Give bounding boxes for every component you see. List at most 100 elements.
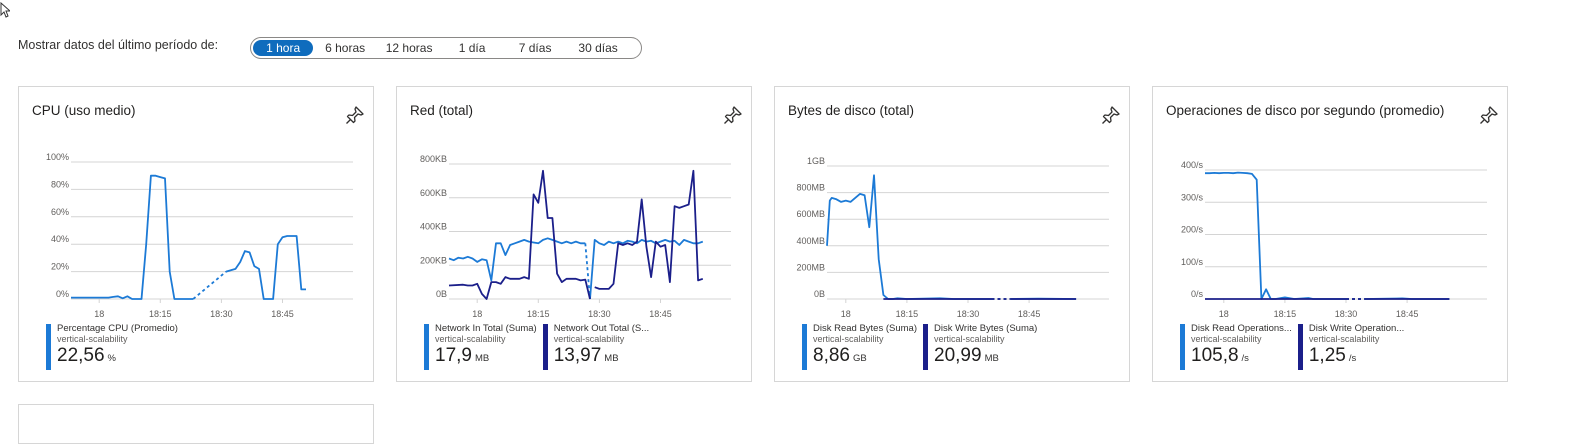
legend-series-name: Disk Write Bytes (Suma) (934, 323, 1037, 334)
series-line-secondary (595, 171, 703, 289)
time-range-selector: Mostrar datos del último período de: 1 h… (18, 36, 642, 60)
y-tick-label: 200MB (796, 262, 825, 272)
y-tick-label: 60% (51, 207, 69, 217)
y-tick-label: 400KB (420, 222, 447, 232)
mouse-pointer-icon (0, 2, 10, 18)
legend-series-name: Network In Total (Suma) (435, 323, 537, 334)
time-range-label: Mostrar datos del último período de: (18, 38, 218, 52)
series-line-primary (449, 238, 585, 280)
metric-tile-disk-operations[interactable]: Operaciones de disco por segundo (promed… (1152, 86, 1508, 382)
legend-color-swatch (1180, 324, 1185, 370)
legend-item[interactable]: Network In Total (Suma)vertical-scalabil… (424, 323, 537, 369)
legend-series-name: Network Out Total (S... (554, 323, 649, 334)
legend-item[interactable]: Percentage CPU (Promedio)vertical-scalab… (46, 323, 178, 369)
legend-color-swatch (923, 324, 928, 370)
metric-value-unit: % (108, 353, 116, 364)
pin-icon[interactable] (1101, 105, 1121, 125)
metric-tile-disk-bytes[interactable]: Bytes de disco (total) 0B 200MB 400MB 600MB 8… (774, 86, 1130, 382)
y-tick-label: 0B (814, 289, 825, 299)
tile-title: CPU (uso medio) (32, 103, 136, 118)
x-tick-label: 18:30 (588, 309, 611, 319)
tile-title: Bytes de disco (total) (788, 103, 914, 118)
legend-color-swatch (46, 324, 51, 370)
legend-item[interactable]: Disk Read Bytes (Suma)vertical-scalabili… (802, 323, 917, 369)
y-tick-label: 100% (46, 152, 69, 162)
y-tick-label: 600KB (420, 188, 447, 198)
legend-item[interactable]: Disk Read Operations...vertical-scalabil… (1180, 323, 1292, 369)
legend-resource-name: vertical-scalability (1309, 334, 1404, 345)
time-range-30d[interactable]: 30 días (567, 40, 629, 56)
x-tick-label: 18:45 (649, 309, 672, 319)
metric-chart: 0%20%40%60%80%100%1818:1518:3018:45 (19, 143, 375, 319)
y-tick-label: 100/s (1181, 257, 1204, 267)
metric-chart: 0B 200KB 400KB 600KB 800KB 18 18:15 18:30 18:45 (397, 143, 753, 319)
x-tick-label: 18:30 (1335, 309, 1358, 319)
metric-chart: 0/s100/s200/s300/s400/s1818:1518:3018:45 (1153, 143, 1509, 319)
x-tick-label: 18:15 (149, 309, 172, 319)
metric-value-number: 1,25 (1309, 345, 1346, 366)
y-tick-label: 0B (436, 289, 447, 299)
legend-resource-name: vertical-scalability (813, 334, 917, 345)
pin-icon[interactable] (345, 105, 365, 125)
time-range-6h[interactable]: 6 horas (313, 40, 377, 56)
series-line-primary (226, 236, 306, 299)
time-range-1d[interactable]: 1 día (441, 40, 503, 56)
y-tick-label: 200KB (420, 255, 447, 265)
x-tick-label: 18 (1219, 309, 1229, 319)
pin-icon[interactable] (723, 105, 743, 125)
tile-title: Red (total) (410, 103, 473, 118)
legend-series-name: Disk Read Bytes (Suma) (813, 323, 917, 334)
series-line-primary (193, 272, 226, 299)
y-tick-label: 600MB (796, 209, 825, 219)
legend-item[interactable]: Disk Write Operation...vertical-scalabil… (1298, 323, 1404, 369)
metric-tile-cpu[interactable]: CPU (uso medio)0%20%40%60%80%100%1818:15… (18, 86, 374, 382)
y-tick-label: 0/s (1191, 289, 1204, 299)
x-tick-label: 18 (94, 309, 104, 319)
metric-value-number: 20,99 (934, 345, 982, 366)
legend-color-swatch (1298, 324, 1303, 370)
y-tick-label: 300/s (1181, 192, 1204, 202)
y-tick-label: 80% (51, 179, 69, 189)
time-range-1h[interactable]: 1 hora (253, 40, 313, 56)
legend-series-name: Percentage CPU (Promedio) (57, 323, 178, 334)
legend-metric-value: 105,8/s (1191, 345, 1292, 370)
x-tick-label: 18:15 (527, 309, 550, 319)
legend-resource-name: vertical-scalability (554, 334, 649, 345)
series-line-primary (827, 175, 992, 299)
chart-legend: Disk Read Bytes (Suma)vertical-scalabili… (802, 323, 1043, 369)
x-tick-label: 18 (472, 309, 482, 319)
legend-metric-value: 8,86GB (813, 345, 917, 370)
chart-legend: Percentage CPU (Promedio)vertical-scalab… (46, 323, 184, 369)
y-tick-label: 20% (51, 262, 69, 272)
legend-resource-name: vertical-scalability (435, 334, 537, 345)
legend-series-name: Disk Read Operations... (1191, 323, 1292, 334)
metric-value-number: 13,97 (554, 345, 602, 366)
time-range-12h[interactable]: 12 horas (377, 40, 441, 56)
metric-chart: 0B200MB400MB600MB800MB1GB1818:1518:3018:… (775, 143, 1131, 319)
metric-value-unit: MB (604, 353, 618, 364)
metric-tile-network[interactable]: Red (total) 0B 200KB 400KB 600KB 800KB 18 18:15… (396, 86, 752, 382)
chart-legend: Disk Read Operations...vertical-scalabil… (1180, 323, 1410, 369)
x-tick-label: 18:30 (210, 309, 233, 319)
series-line-primary (71, 176, 193, 299)
metric-value-unit: MB (985, 353, 999, 364)
legend-metric-value: 13,97MB (554, 345, 649, 370)
x-tick-label: 18 (841, 309, 851, 319)
y-tick-label: 400MB (796, 236, 825, 246)
legend-resource-name: vertical-scalability (57, 334, 178, 345)
legend-series-name: Disk Write Operation... (1309, 323, 1404, 334)
y-tick-label: 800MB (796, 183, 825, 193)
y-tick-label: 400/s (1181, 160, 1204, 170)
metric-value-unit: GB (853, 353, 867, 364)
legend-item[interactable]: Network Out Total (S...vertical-scalabil… (543, 323, 649, 369)
time-range-7d[interactable]: 7 días (503, 40, 567, 56)
series-line-secondary (449, 171, 590, 299)
legend-item[interactable]: Disk Write Bytes (Suma)vertical-scalabil… (923, 323, 1037, 369)
legend-metric-value: 1,25/s (1309, 345, 1404, 370)
legend-resource-name: vertical-scalability (1191, 334, 1292, 345)
legend-color-swatch (424, 324, 429, 370)
metric-value-number: 105,8 (1191, 345, 1239, 366)
pin-icon[interactable] (1479, 105, 1499, 125)
y-tick-label: 800KB (420, 154, 447, 164)
metric-tile-partial[interactable] (18, 404, 374, 444)
